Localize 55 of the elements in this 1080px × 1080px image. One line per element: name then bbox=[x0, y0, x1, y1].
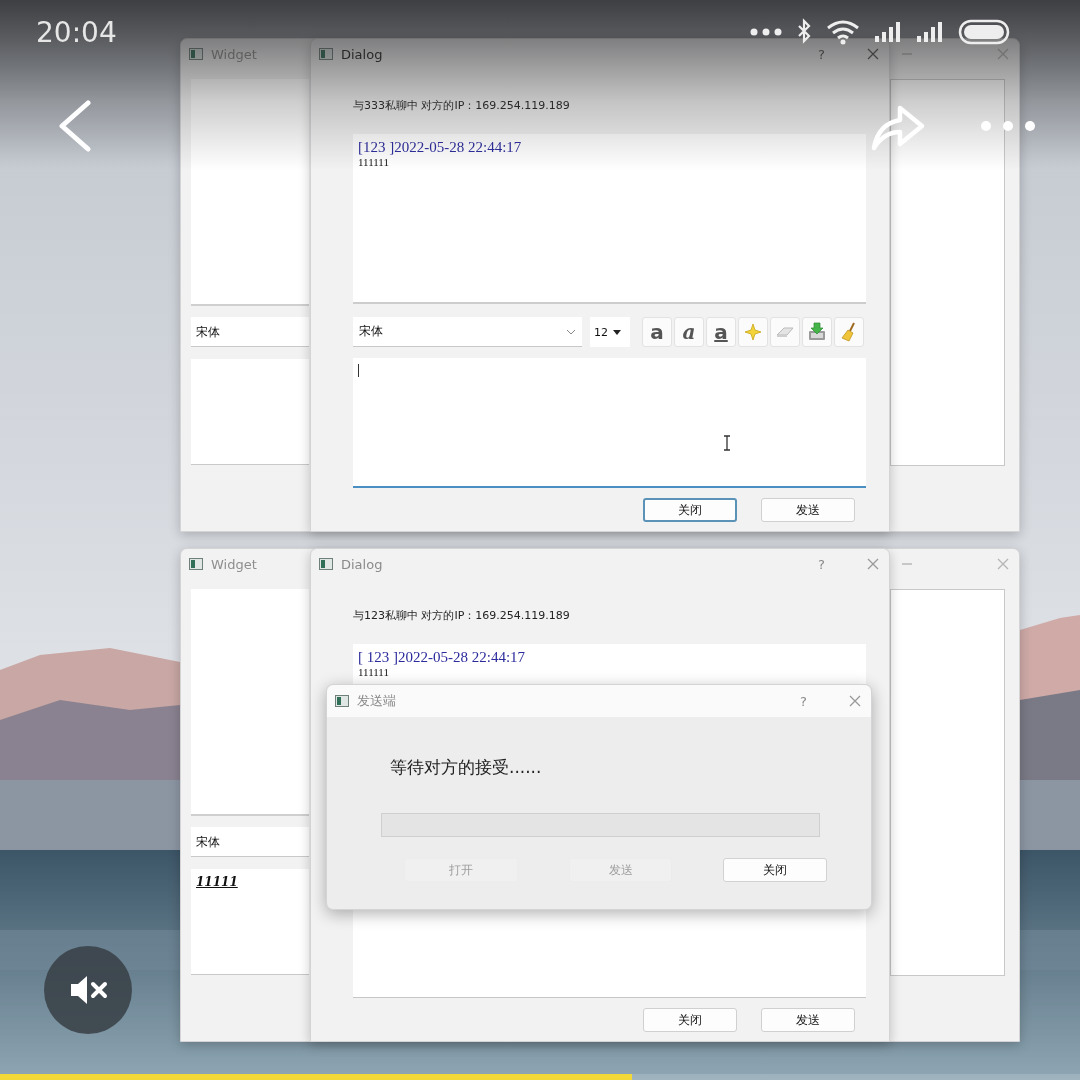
status-time: 20:04 bbox=[36, 16, 117, 49]
tool-button[interactable] bbox=[834, 317, 864, 347]
message-meta: [ 123 ]2022-05-28 22:44:17 bbox=[358, 649, 527, 666]
tool-button[interactable]: a bbox=[642, 317, 672, 347]
font-combo[interactable]: 宋体 bbox=[191, 317, 309, 347]
window-title: Dialog bbox=[341, 556, 383, 572]
tool-button[interactable] bbox=[738, 317, 768, 347]
message-text: 111111 bbox=[358, 666, 390, 679]
tool-button[interactable]: a bbox=[706, 317, 736, 347]
app-icon bbox=[319, 558, 333, 570]
window-title: 发送端 bbox=[357, 692, 396, 710]
dropdown-icon bbox=[613, 329, 621, 335]
status-text: 等待对方的接受...... bbox=[390, 757, 543, 777]
app-icon bbox=[335, 695, 349, 707]
eraser-icon bbox=[775, 325, 795, 339]
font-combo[interactable]: 宋体 bbox=[353, 317, 582, 347]
tool-button[interactable]: a bbox=[674, 317, 704, 347]
tool-button[interactable] bbox=[770, 317, 800, 347]
text-caret bbox=[358, 364, 359, 377]
app-icon bbox=[189, 558, 203, 570]
tool-button[interactable] bbox=[802, 317, 832, 347]
input-field[interactable]: 11111 bbox=[191, 869, 309, 975]
underline-icon: a bbox=[714, 322, 728, 342]
close-button[interactable]: 关闭 bbox=[643, 498, 737, 522]
close-icon bbox=[867, 558, 879, 570]
close-button[interactable]: 关闭 bbox=[723, 858, 827, 882]
window-title: Dialog bbox=[341, 46, 383, 62]
close-icon bbox=[867, 48, 879, 60]
app-icon bbox=[189, 48, 203, 60]
message-meta: [123 ]2022-05-28 22:44:17 bbox=[358, 139, 523, 156]
send-button[interactable]: 发送 bbox=[761, 498, 855, 522]
italic-icon: a bbox=[682, 322, 696, 342]
bold-icon: a bbox=[650, 322, 664, 342]
sparkle-icon bbox=[744, 323, 762, 341]
chat-header: 与123私聊中 对方的IP：169.254.119.189 bbox=[353, 609, 571, 623]
more-icon[interactable] bbox=[980, 120, 1036, 132]
input-field[interactable] bbox=[191, 359, 309, 465]
back-icon[interactable] bbox=[56, 100, 92, 152]
chat-header: 与333私聊中 对方的IP：169.254.119.189 bbox=[353, 99, 571, 113]
close-icon bbox=[849, 695, 861, 707]
size-combo[interactable]: 12 bbox=[590, 317, 630, 347]
chevron-down-icon bbox=[566, 328, 576, 335]
message-input[interactable] bbox=[353, 358, 866, 488]
font-combo[interactable]: 宋体 bbox=[191, 827, 309, 857]
close-icon bbox=[997, 558, 1009, 570]
broom-icon bbox=[840, 322, 858, 342]
close-button[interactable]: 关闭 bbox=[643, 1008, 737, 1032]
close-icon bbox=[997, 48, 1009, 60]
send-button[interactable]: 发送 bbox=[761, 1008, 855, 1032]
help-icon[interactable]: ? bbox=[796, 694, 811, 708]
save-icon bbox=[807, 322, 827, 342]
more-icon bbox=[750, 28, 782, 36]
message-text: 111111 bbox=[358, 156, 390, 169]
app-icon bbox=[319, 48, 333, 60]
window-title: Widget bbox=[211, 556, 257, 572]
